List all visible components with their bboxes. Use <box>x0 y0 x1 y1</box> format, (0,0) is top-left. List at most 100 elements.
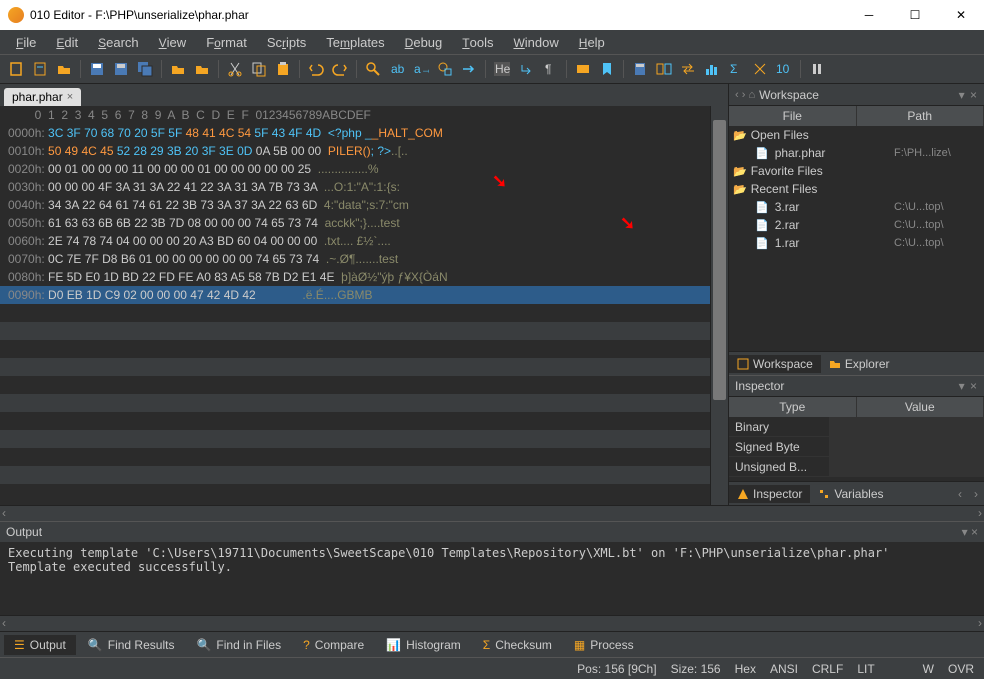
panel-menu-icon[interactable]: ▾ × <box>962 525 978 539</box>
find-icon[interactable] <box>363 59 383 79</box>
menu-edit[interactable]: Edit <box>48 33 86 52</box>
find-in-files-icon[interactable] <box>435 59 455 79</box>
goto-icon[interactable] <box>459 59 479 79</box>
calculator-icon[interactable] <box>630 59 650 79</box>
menu-debug[interactable]: Debug <box>397 33 451 52</box>
tree-item[interactable]: 3.rarC:\U...top\ <box>729 198 984 216</box>
find-strings-icon[interactable]: ab <box>387 59 407 79</box>
linefeed-icon[interactable] <box>516 59 536 79</box>
status-hex[interactable]: Hex <box>735 662 756 676</box>
tab-workspace[interactable]: Workspace <box>729 355 821 373</box>
menu-search[interactable]: Search <box>90 33 147 52</box>
hsplitter[interactable]: ‹› <box>0 505 984 521</box>
annotation-arrow-2: ➘ <box>620 214 635 232</box>
tab-inspector[interactable]: Inspector <box>729 485 810 503</box>
copy-icon[interactable] <box>249 59 269 79</box>
tree-group[interactable]: Recent Files <box>729 180 984 198</box>
histogram-icon[interactable] <box>702 59 722 79</box>
replace-icon[interactable]: a→b <box>411 59 431 79</box>
save-as-icon[interactable] <box>111 59 131 79</box>
btab-compare[interactable]: ?Compare <box>293 635 374 655</box>
redo-icon[interactable] <box>330 59 350 79</box>
paste-icon[interactable] <box>273 59 293 79</box>
base-convert-icon[interactable]: 10 <box>774 59 794 79</box>
tree-group[interactable]: Open Files <box>729 126 984 144</box>
status-w[interactable]: W <box>923 662 934 676</box>
status-size[interactable]: Size: 156 <box>671 662 721 676</box>
status-pos[interactable]: Pos: 156 [9Ch] <box>577 662 656 676</box>
tree-group[interactable]: Favorite Files <box>729 162 984 180</box>
tree-item[interactable]: phar.pharF:\PH...lize\ <box>729 144 984 162</box>
btab-output[interactable]: ☰Output <box>4 635 76 655</box>
save-icon[interactable] <box>87 59 107 79</box>
open-icon[interactable] <box>54 59 74 79</box>
menu-file[interactable]: File <box>8 33 44 52</box>
undo-icon[interactable] <box>306 59 326 79</box>
tab-explorer[interactable]: Explorer <box>821 355 898 373</box>
inspector-row[interactable]: Signed Byte <box>729 437 984 457</box>
col-type[interactable]: Type <box>729 397 857 417</box>
workspace-columns: File Path <box>729 106 984 126</box>
save-all-icon[interactable] <box>135 59 155 79</box>
hex-icon[interactable]: Hex <box>492 59 512 79</box>
menu-help[interactable]: Help <box>571 33 613 52</box>
bottom-tabs: ☰Output🔍Find Results🔍Find in Files?Compa… <box>0 631 984 657</box>
btab-checksum[interactable]: ΣChecksum <box>473 635 562 655</box>
menu-format[interactable]: Format <box>198 33 255 52</box>
workspace-tree[interactable]: Open Filesphar.pharF:\PH...lize\ Favorit… <box>729 126 984 351</box>
output-hscroll[interactable]: ‹› <box>0 615 984 631</box>
output-panel: Output ▾ × Executing template 'C:\Users\… <box>0 521 984 615</box>
scroll-right-icon[interactable]: › <box>968 487 984 501</box>
inspector-row[interactable]: Unsigned B... <box>729 457 984 477</box>
menu-tools[interactable]: Tools <box>454 33 501 52</box>
tab-variables[interactable]: Variables <box>810 485 891 503</box>
panel-menu-icon[interactable]: ▾ × <box>959 379 978 393</box>
hex-editor[interactable]: 0 1 2 3 4 5 6 7 8 9 A B C D E F 01234567… <box>0 106 710 505</box>
new-icon[interactable] <box>6 59 26 79</box>
scroll-left-icon[interactable]: ‹ <box>952 487 968 501</box>
btab-find-in-files[interactable]: 🔍Find in Files <box>186 635 291 655</box>
btab-histogram[interactable]: 📊Histogram <box>376 635 471 655</box>
maximize-button[interactable]: ☐ <box>892 0 938 30</box>
close-button[interactable]: ✕ <box>938 0 984 30</box>
checksum-icon[interactable]: Σ <box>726 59 746 79</box>
menu-scripts[interactable]: Scripts <box>259 33 314 52</box>
status-ansi[interactable]: ANSI <box>770 662 798 676</box>
app-icon <box>8 7 24 23</box>
tree-item[interactable]: 1.rarC:\U...top\ <box>729 234 984 252</box>
output-text[interactable]: Executing template 'C:\Users\19711\Docum… <box>0 542 984 615</box>
open-drive-icon[interactable] <box>168 59 188 79</box>
highlight-icon[interactable] <box>573 59 593 79</box>
col-path[interactable]: Path <box>857 106 984 126</box>
minimize-button[interactable]: ─ <box>846 0 892 30</box>
status-crlf[interactable]: CRLF <box>812 662 843 676</box>
inspector-table[interactable]: BinarySigned ByteUnsigned B... <box>729 417 984 481</box>
paragraph-icon[interactable]: ¶ <box>540 59 560 79</box>
file-tab-phar[interactable]: phar.phar × <box>4 88 81 106</box>
operations-icon[interactable] <box>750 59 770 79</box>
cut-icon[interactable] <box>225 59 245 79</box>
btab-process[interactable]: ▦Process <box>564 635 644 655</box>
new-script-icon[interactable] <box>30 59 50 79</box>
col-file[interactable]: File <box>729 106 857 126</box>
close-tab-icon[interactable]: × <box>67 91 73 103</box>
inspector-row[interactable]: Binary <box>729 417 984 437</box>
col-value[interactable]: Value <box>857 397 984 417</box>
open-process-icon[interactable] <box>192 59 212 79</box>
inspector-header: Inspector ▾ × <box>729 375 984 397</box>
nav-arrows-icon[interactable]: ‹ › ⌂ <box>735 89 755 101</box>
tree-item[interactable]: 2.rarC:\U...top\ <box>729 216 984 234</box>
panel-menu-icon[interactable]: ▾ × <box>959 88 978 102</box>
hex-scrollbar[interactable] <box>710 106 728 505</box>
menu-view[interactable]: View <box>151 33 195 52</box>
menu-window[interactable]: Window <box>505 33 566 52</box>
btab-find-results[interactable]: 🔍Find Results <box>78 635 185 655</box>
bookmark-icon[interactable] <box>597 59 617 79</box>
status-ovr[interactable]: OVR <box>948 662 974 676</box>
run-icon[interactable] <box>807 59 827 79</box>
compare-icon[interactable] <box>654 59 674 79</box>
menu-templates[interactable]: Templates <box>318 33 392 52</box>
status-lit[interactable]: LIT <box>857 662 874 676</box>
convert-icon[interactable] <box>678 59 698 79</box>
svg-text:¶: ¶ <box>545 62 551 76</box>
